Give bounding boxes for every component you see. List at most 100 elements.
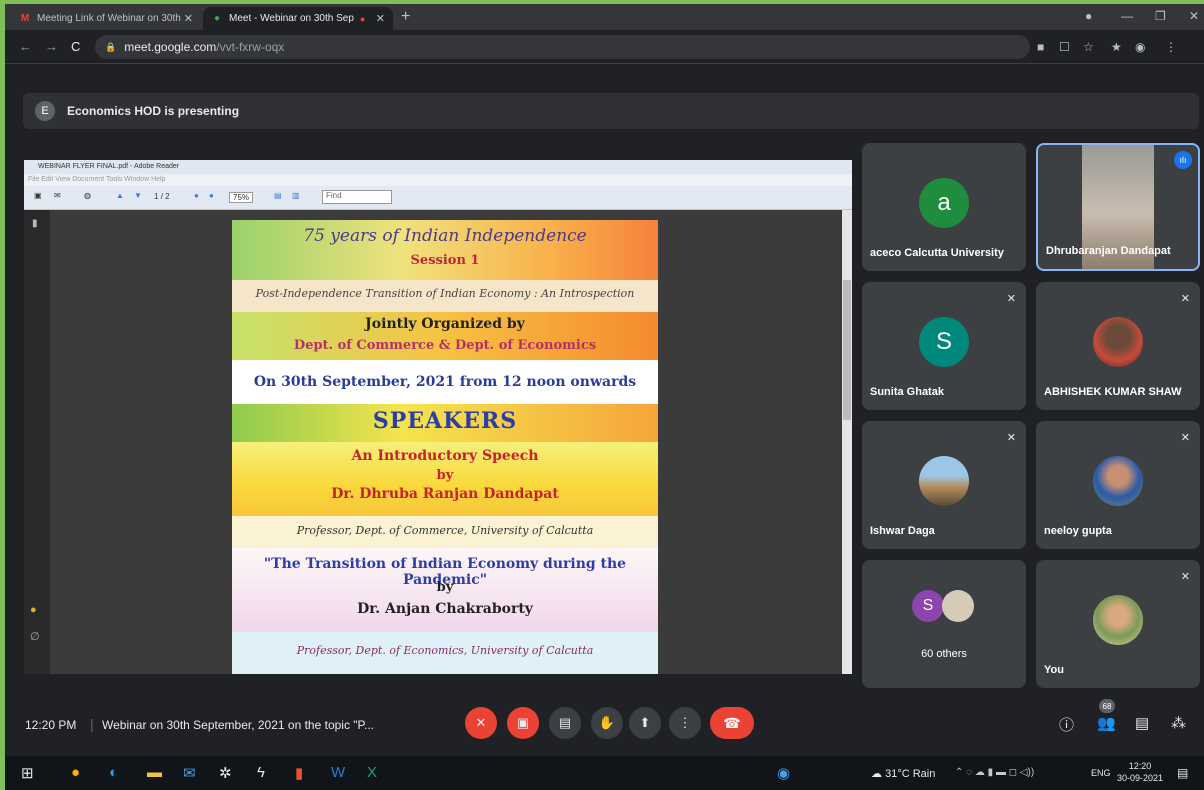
separator: | xyxy=(90,716,94,732)
new-tab-button[interactable]: + xyxy=(401,8,410,26)
weather-widget[interactable]: ☁ 31°C Rain xyxy=(871,767,935,780)
captions-button[interactable]: ▤ xyxy=(549,707,581,739)
webinar-flyer: 75 years of Indian Independence Session … xyxy=(232,220,658,674)
notifications-icon[interactable]: ▤ xyxy=(1177,766,1188,780)
taskbar-time: 12:20 xyxy=(1128,761,1152,771)
flyer-affiliation-2: Professor, Dept. of Economics, Universit… xyxy=(296,644,594,657)
phone-hangup-icon: ☎ xyxy=(723,714,741,731)
flyer-speaker-2: Dr. Anjan Chakraborty xyxy=(357,601,533,617)
maximize-icon[interactable]: ❐ xyxy=(1155,9,1166,23)
email-icon: ✉ xyxy=(54,191,61,200)
others-tile[interactable]: S 60 others xyxy=(862,560,1026,688)
participant-tile[interactable]: ✕ neeloy gupta xyxy=(1036,421,1200,549)
close-tab-icon[interactable]: ✕ xyxy=(184,12,193,25)
meeting-time: 12:20 PM xyxy=(25,718,77,732)
camera-toggle-button[interactable]: ▣ xyxy=(507,707,539,739)
close-tab-icon[interactable]: ✕ xyxy=(376,12,385,25)
participant-avatar: a xyxy=(919,178,969,228)
flyer-organized-by: Jointly Organized by xyxy=(365,316,525,332)
system-tray-icons[interactable]: ⌃ ◌ ☁ ▮ ▬ ◻ ◁)) xyxy=(955,767,1034,778)
hand-tool-icon: ◍ xyxy=(84,191,91,200)
taskbar-clock[interactable]: 12:20 30-09-2021 xyxy=(1117,760,1163,784)
browser-tab-bar: M Meeting Link of Webinar on 30th ✕ ● Me… xyxy=(5,4,1204,30)
extensions-icon[interactable]: ★ xyxy=(1111,40,1122,54)
flyer-title: 75 years of Indian Independence xyxy=(303,226,587,246)
lock-icon: 🔒 xyxy=(105,41,117,52)
chrome-icon[interactable]: ● xyxy=(71,764,80,781)
mic-off-icon: ✕ xyxy=(1006,432,1016,444)
page-number: 1 / 2 xyxy=(154,192,170,201)
participant-tile-active[interactable]: ılı Dhrubaranjan Dandapat xyxy=(1036,143,1200,271)
back-icon[interactable]: ← xyxy=(19,39,32,54)
present-button[interactable]: ⬆ xyxy=(629,707,661,739)
participant-tile[interactable]: ✕ Ishwar Daga xyxy=(862,421,1026,549)
hand-icon: ✋ xyxy=(598,715,616,730)
tab-meet[interactable]: ● Meet - Webinar on 30th Sep ● ✕ xyxy=(203,7,393,30)
app-icon[interactable]: ◉ xyxy=(777,764,790,782)
mic-off-icon: ✕ xyxy=(1180,571,1190,583)
excel-icon[interactable]: X xyxy=(367,764,377,781)
participant-name: You xyxy=(1044,664,1064,676)
more-options-button[interactable]: ⋮ xyxy=(669,707,701,739)
participant-tile[interactable]: ✕ ABHISHEK KUMAR SHAW xyxy=(1036,282,1200,410)
file-explorer-icon[interactable]: ▬ xyxy=(147,764,162,781)
gmail-icon: M xyxy=(20,13,30,24)
mic-off-icon: ✕ xyxy=(1006,293,1016,305)
comment-icon: ● xyxy=(30,604,37,616)
chat-icon[interactable]: ▤ xyxy=(1135,714,1149,732)
recording-icon: ● xyxy=(359,13,366,24)
minimize-icon[interactable]: — xyxy=(1121,9,1133,23)
flyer-date: On 30th September, 2021 from 12 noon onw… xyxy=(253,374,637,390)
participant-avatar: S xyxy=(912,590,944,622)
reload-icon[interactable]: C xyxy=(71,39,80,54)
participant-photo xyxy=(1093,456,1143,506)
mic-off-icon: ✕ xyxy=(1180,432,1190,444)
bookmark-star-icon[interactable]: ☆ xyxy=(1083,40,1094,54)
office-icon[interactable]: ▮ xyxy=(295,764,303,782)
participant-tile[interactable]: a aceco Calcutta University xyxy=(862,143,1026,271)
winamp-icon[interactable]: ϟ xyxy=(257,764,265,781)
windows-start-icon[interactable]: ⊞ xyxy=(21,764,34,782)
zoom-in-icon: ● xyxy=(209,191,214,200)
share-icon[interactable]: ☐ xyxy=(1059,40,1070,54)
participant-name: aceco Calcutta University xyxy=(870,247,1004,259)
flyer-departments: Dept. of Commerce & Dept. of Economics xyxy=(293,338,597,353)
scroll-thumb xyxy=(843,280,851,420)
raise-hand-button[interactable]: ✋ xyxy=(591,707,623,739)
camera-off-icon: ▣ xyxy=(516,715,530,730)
edge-icon[interactable]: ◐ xyxy=(109,764,118,781)
participant-name: ABHISHEK KUMAR SHAW xyxy=(1044,386,1182,398)
mail-icon[interactable]: ✉ xyxy=(183,764,196,782)
close-window-icon[interactable]: ✕ xyxy=(1189,9,1199,23)
presentation-screen[interactable]: WEBINAR FLYER FINAL.pdf - Adobe Reader F… xyxy=(24,160,852,674)
word-icon[interactable]: W xyxy=(331,764,345,781)
end-call-button[interactable]: ☎ xyxy=(710,707,754,739)
mic-toggle-button[interactable]: ✕ xyxy=(465,707,497,739)
participant-name: Sunita Ghatak xyxy=(870,386,944,398)
print-icon: ▣ xyxy=(34,191,42,200)
taskbar-date: 30-09-2021 xyxy=(1117,773,1164,783)
dropbox-icon[interactable]: ✲ xyxy=(219,764,232,782)
activities-icon[interactable]: ⁂ xyxy=(1171,714,1186,732)
language-indicator[interactable]: ENG xyxy=(1091,768,1111,778)
camera-icon[interactable]: ■ xyxy=(1037,40,1044,54)
profile-avatar-icon[interactable]: ◉ xyxy=(1135,40,1145,54)
info-icon[interactable]: ⓘ xyxy=(1059,714,1074,735)
people-icon[interactable]: 👥 xyxy=(1097,714,1116,732)
menu-icon[interactable]: ⋮ xyxy=(1165,40,1177,54)
speaking-indicator-icon: ılı xyxy=(1174,151,1192,169)
participant-count-badge: 68 xyxy=(1099,699,1115,713)
participant-name: neeloy gupta xyxy=(1044,525,1112,537)
tab-gmail[interactable]: M Meeting Link of Webinar on 30th ✕ xyxy=(11,7,201,30)
profile-dot-icon[interactable]: ● xyxy=(1085,9,1092,23)
participant-name: Ishwar Daga xyxy=(870,525,935,537)
url-field[interactable]: 🔒 meet.google.com/vvt-fxrw-oqx xyxy=(95,35,1030,59)
participant-tile[interactable]: ✕ S Sunita Ghatak xyxy=(862,282,1026,410)
participant-photo xyxy=(942,590,974,622)
others-count: 60 others xyxy=(921,648,967,660)
captions-icon: ▤ xyxy=(558,715,572,730)
forward-icon[interactable]: → xyxy=(45,39,58,54)
presenter-avatar: E xyxy=(35,101,55,121)
self-tile[interactable]: ✕ You xyxy=(1036,560,1200,688)
zoom-level: 75% xyxy=(229,192,254,203)
